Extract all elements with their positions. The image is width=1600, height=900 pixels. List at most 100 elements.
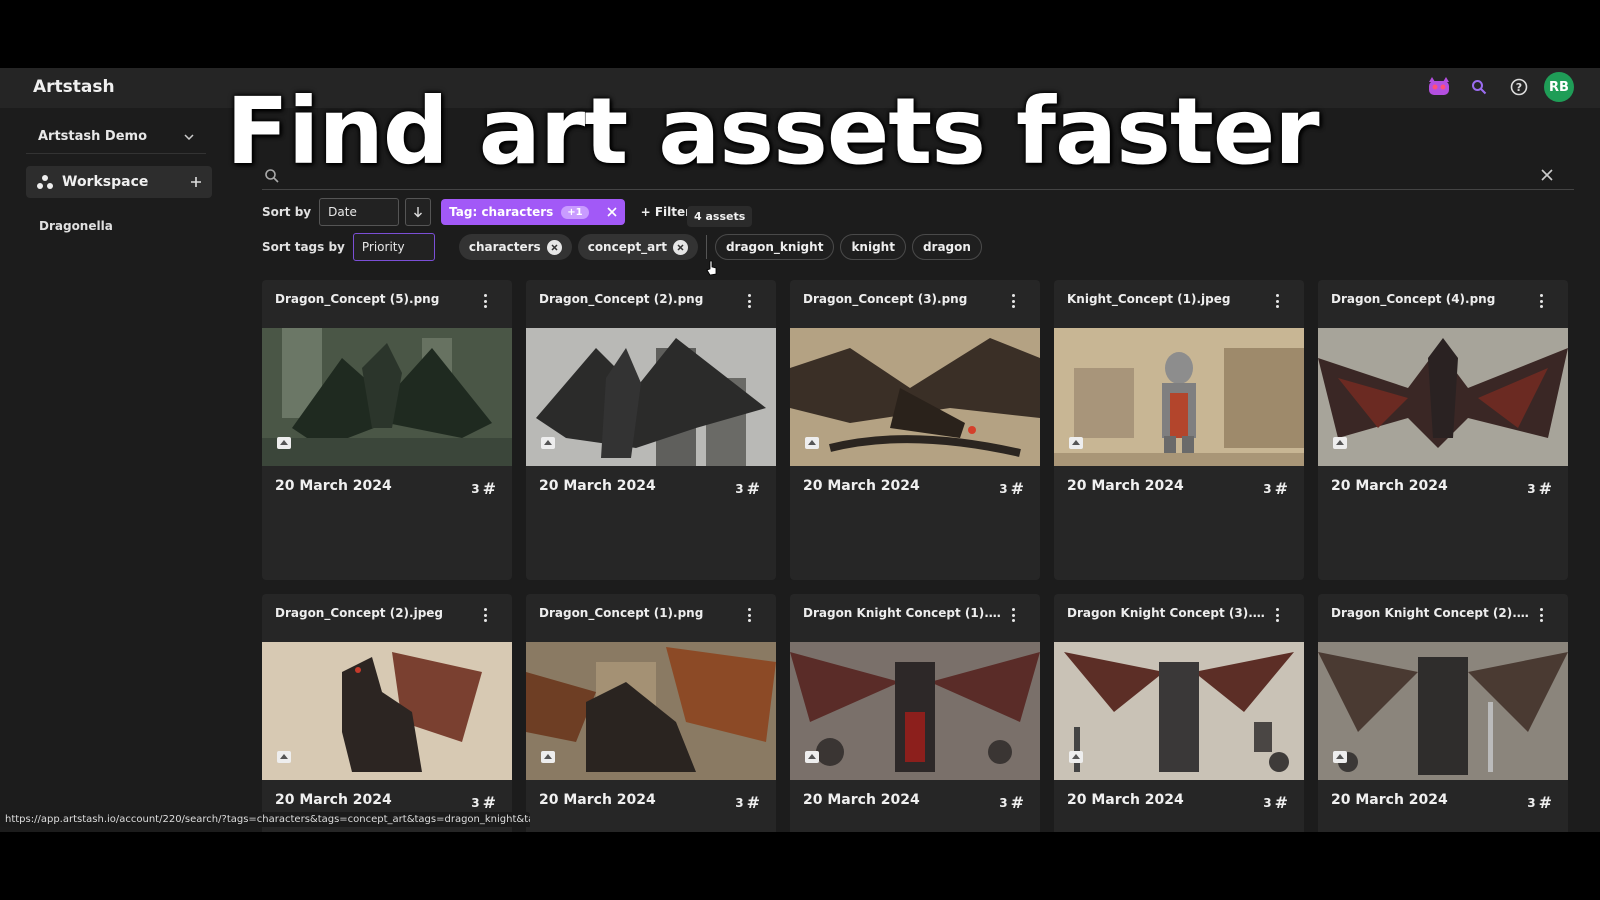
- asset-card[interactable]: Dragon Knight Concept (1).png 20 March 2…: [790, 594, 1040, 832]
- close-icon[interactable]: [607, 207, 617, 217]
- hashtag-icon: #: [1274, 793, 1288, 812]
- tag-count: 3: [999, 481, 1008, 496]
- workspace-item[interactable]: Workspace: [26, 166, 212, 198]
- asset-card[interactable]: Dragon_Concept (3).png 20 March 2024 3 #: [790, 280, 1040, 580]
- workspace-label: Workspace: [62, 174, 149, 190]
- org-switcher[interactable]: Artstash Demo: [26, 120, 206, 154]
- avatar[interactable]: RB: [1544, 72, 1574, 102]
- asset-title: Dragon_Concept (5).png: [275, 292, 440, 306]
- asset-tag-count[interactable]: 3 #: [735, 793, 760, 812]
- more-options-icon[interactable]: [1008, 606, 1018, 624]
- creature-logo-icon[interactable]: [1424, 72, 1454, 102]
- image-type-icon: [541, 751, 555, 763]
- more-options-icon[interactable]: [1536, 606, 1546, 624]
- more-options-icon[interactable]: [744, 292, 754, 310]
- asset-title: Dragon Knight Concept (3).p...: [1067, 606, 1267, 620]
- tag-count: 3: [471, 795, 480, 810]
- suggested-tag-knight[interactable]: knight: [840, 234, 906, 260]
- asset-thumbnail[interactable]: [1318, 642, 1568, 780]
- asset-card[interactable]: Dragon_Concept (2).jpeg 20 March 2024 3 #: [262, 594, 512, 832]
- suggested-tag-dragon-knight[interactable]: dragon_knight: [714, 234, 835, 260]
- asset-title: Dragon_Concept (2).png: [539, 292, 704, 306]
- sort-tags-select[interactable]: Priority: [352, 233, 435, 261]
- asset-tag-count[interactable]: 3 #: [471, 479, 496, 498]
- hashtag-icon: #: [1538, 479, 1552, 498]
- asset-card[interactable]: Dragon_Concept (5).png 20 March 2024 3 #: [262, 280, 512, 580]
- asset-thumbnail[interactable]: [790, 642, 1040, 780]
- asset-thumbnail[interactable]: [1054, 328, 1304, 466]
- active-tag-concept-art[interactable]: concept_art: [577, 234, 698, 260]
- chevron-down-icon: [184, 133, 194, 140]
- asset-thumbnail[interactable]: [526, 642, 776, 780]
- add-workspace-icon[interactable]: [190, 176, 202, 188]
- tag-count: 3: [735, 795, 744, 810]
- more-options-icon[interactable]: [1272, 292, 1282, 310]
- asset-tag-count[interactable]: 3 #: [1527, 479, 1552, 498]
- sort-tags-label: Sort tags by: [262, 240, 345, 254]
- more-options-icon[interactable]: [1008, 292, 1018, 310]
- tag-count: 3: [999, 795, 1008, 810]
- asset-thumbnail[interactable]: [790, 328, 1040, 466]
- remove-tag-icon[interactable]: [672, 239, 688, 255]
- asset-date: 20 March 2024: [539, 792, 656, 808]
- asset-thumbnail[interactable]: [262, 642, 512, 780]
- asset-date: 20 March 2024: [1067, 478, 1184, 494]
- asset-title: Dragon Knight Concept (1).png: [803, 606, 1003, 620]
- asset-tag-count[interactable]: 3 #: [735, 479, 760, 498]
- asset-grid: Dragon_Concept (5).png 20 March 2024 3 # …: [262, 280, 1574, 832]
- hashtag-icon: #: [482, 793, 496, 812]
- sort-direction-button[interactable]: [405, 198, 432, 226]
- clear-search-icon[interactable]: [1540, 168, 1554, 182]
- hashtag-icon: #: [746, 479, 760, 498]
- asset-card[interactable]: Dragon_Concept (4).png 20 March 2024 3 #: [1318, 280, 1568, 580]
- asset-card[interactable]: Dragon_Concept (2).png 20 March 2024 3 #: [526, 280, 776, 580]
- search-icon[interactable]: [1464, 72, 1494, 102]
- asset-tag-count[interactable]: 3 #: [999, 793, 1024, 812]
- image-type-icon: [805, 437, 819, 449]
- tag-filter-chip[interactable]: Tag: characters +1: [441, 199, 625, 225]
- sort-by-label: Sort by: [262, 205, 312, 219]
- tag-count: 3: [1527, 795, 1536, 810]
- image-type-icon: [277, 437, 291, 449]
- image-type-icon: [1333, 437, 1347, 449]
- more-options-icon[interactable]: [744, 606, 754, 624]
- asset-card[interactable]: Knight_Concept (1).jpeg 20 March 2024 3 #: [1054, 280, 1304, 580]
- active-tag-characters[interactable]: characters: [458, 234, 572, 260]
- asset-tag-count[interactable]: 3 #: [1263, 479, 1288, 498]
- sidebar-item-dragonella[interactable]: Dragonella: [39, 219, 113, 233]
- remove-tag-icon[interactable]: [546, 239, 562, 255]
- asset-card[interactable]: Dragon_Concept (1).png 20 March 2024 3 #: [526, 594, 776, 832]
- more-options-icon[interactable]: [1272, 606, 1282, 624]
- asset-thumbnail[interactable]: [262, 328, 512, 466]
- svg-text:?: ?: [1516, 81, 1522, 94]
- tag-count: 3: [735, 481, 744, 496]
- asset-card[interactable]: Dragon Knight Concept (3).p... 20 March …: [1054, 594, 1304, 832]
- more-options-icon[interactable]: [1536, 292, 1546, 310]
- tag-count: 3: [1263, 481, 1272, 496]
- asset-tag-count[interactable]: 3 #: [1527, 793, 1552, 812]
- asset-count-tooltip: 4 assets: [687, 206, 753, 227]
- sort-by-select[interactable]: Date: [319, 198, 400, 226]
- help-icon[interactable]: ?: [1504, 72, 1534, 102]
- image-type-icon: [1069, 751, 1083, 763]
- hashtag-icon: #: [1274, 479, 1288, 498]
- asset-tag-count[interactable]: 3 #: [999, 479, 1024, 498]
- asset-tag-count[interactable]: 3 #: [471, 793, 496, 812]
- asset-thumbnail[interactable]: [526, 328, 776, 466]
- asset-tag-count[interactable]: 3 #: [1263, 793, 1288, 812]
- status-bar-url: https://app.artstash.io/account/220/sear…: [0, 812, 530, 827]
- tag-divider: [705, 235, 707, 259]
- add-filter-button[interactable]: + Filter: [641, 205, 691, 219]
- arrow-down-icon: [414, 207, 423, 218]
- asset-thumbnail[interactable]: [1054, 642, 1304, 780]
- more-options-icon[interactable]: [480, 292, 490, 310]
- asset-thumbnail[interactable]: [1318, 328, 1568, 466]
- asset-card[interactable]: Dragon Knight Concept (2).p... 20 March …: [1318, 594, 1568, 832]
- asset-title: Knight_Concept (1).jpeg: [1067, 292, 1231, 306]
- asset-date: 20 March 2024: [275, 792, 392, 808]
- asset-date: 20 March 2024: [1331, 792, 1448, 808]
- brand-logo[interactable]: Artstash: [33, 77, 115, 97]
- hashtag-icon: #: [1010, 479, 1024, 498]
- more-options-icon[interactable]: [480, 606, 490, 624]
- suggested-tag-dragon[interactable]: dragon: [911, 234, 982, 260]
